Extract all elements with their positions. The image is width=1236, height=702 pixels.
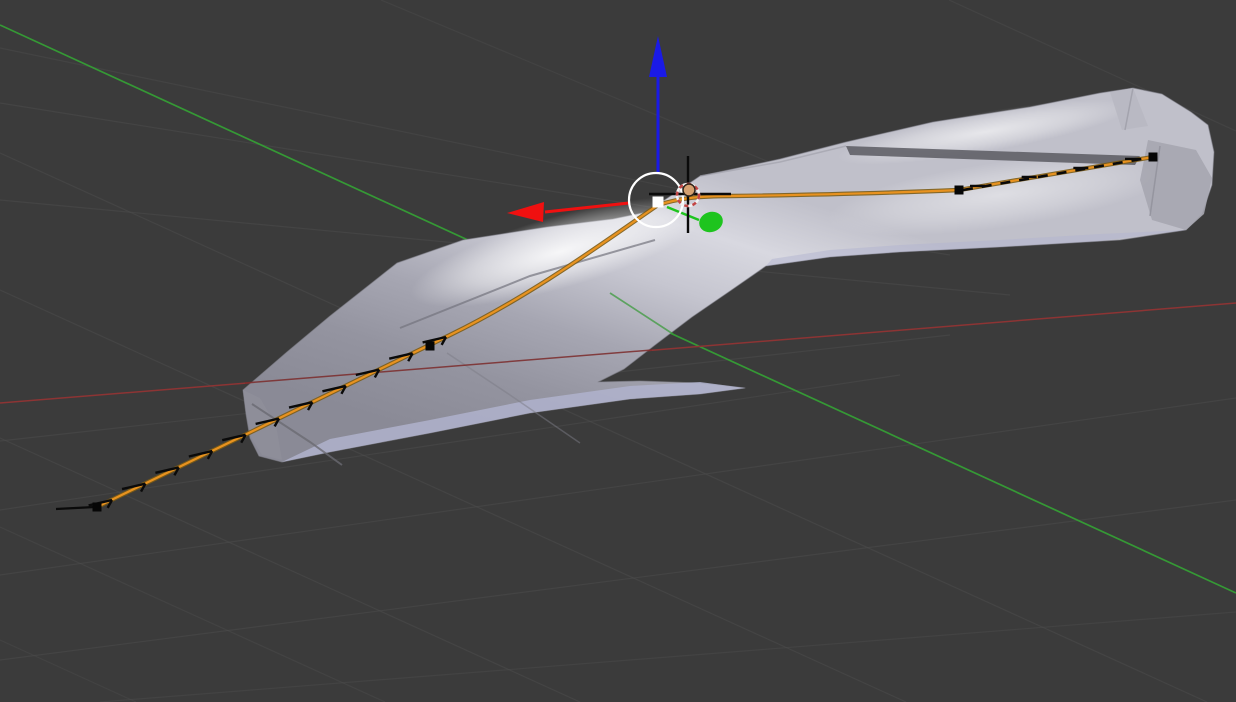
curve-control-point-selected[interactable] [653,197,664,208]
curve-control-point[interactable] [93,503,102,512]
curve-control-point[interactable] [1149,153,1158,162]
object-origin-dot [683,184,695,196]
curve-control-point[interactable] [426,342,435,351]
viewport-canvas[interactable] [0,0,1236,702]
blender-3d-viewport[interactable] [0,0,1236,702]
curve-control-point[interactable] [955,186,964,195]
origin-dot [683,184,695,196]
